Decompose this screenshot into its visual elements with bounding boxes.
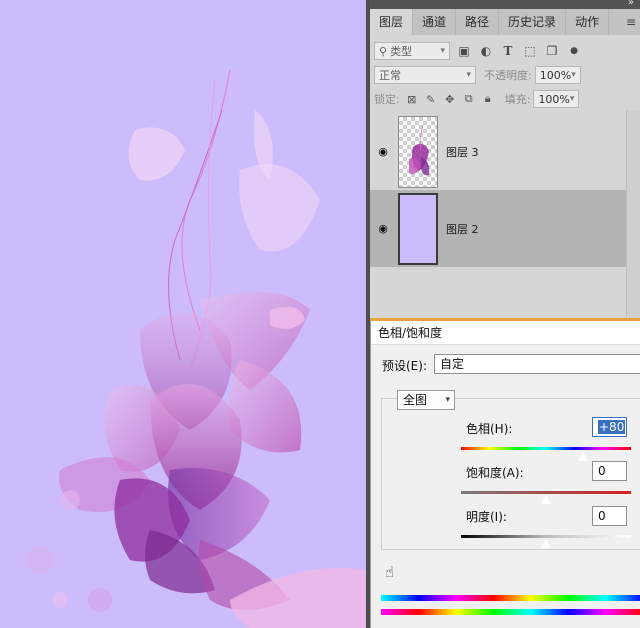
flower-artwork — [26, 69, 366, 628]
lock-all-icon[interactable]: 🔒︎ — [481, 92, 495, 106]
tab-layers[interactable]: 图层 — [370, 9, 414, 35]
saturation-value: 0 — [598, 464, 606, 478]
hue-saturation-dialog: 色相/饱和度 预设(E): 自定 全图 ▾ 色相(H): +80 饱和度(A):… — [370, 321, 640, 628]
eye-icon[interactable]: ◉ — [370, 222, 396, 235]
chevron-down-icon: ▾ — [569, 94, 575, 104]
hue-slider-thumb[interactable] — [577, 451, 590, 462]
panel-menu-icon[interactable]: ≡ — [626, 9, 636, 35]
preset-label: 预设(E): — [382, 359, 427, 373]
output-spectrum-bar — [381, 609, 640, 615]
search-icon: ⚲ — [379, 44, 388, 58]
layer-row-2[interactable]: ◉ 图层 2 — [370, 190, 626, 267]
filter-type-select[interactable]: ⚲ 类型 ▾ — [374, 42, 450, 60]
layer-name-2: 图层 2 — [446, 222, 479, 236]
layers-panel: » 图层 通道 路径 历史记录 动作 ≡ ⚲ 类型 ▾ ▣ ◐ T ⬚ ❐ ● … — [370, 0, 640, 318]
channel-select[interactable]: 全图 ▾ — [397, 390, 455, 410]
lightness-slider-track[interactable] — [461, 535, 631, 538]
panel-top-bar: » — [370, 0, 640, 9]
lightness-label: 明度(I): — [466, 510, 507, 524]
opacity-input[interactable]: 100% ▾ — [534, 66, 581, 84]
layer-name-3: 图层 3 — [446, 145, 479, 159]
layer-row-3[interactable]: ◉ 图层 3 — [370, 113, 626, 190]
saturation-slider-thumb[interactable] — [540, 494, 552, 505]
layer-filter-row: ⚲ 类型 ▾ ▣ ◐ T ⬚ ❐ ● — [370, 39, 640, 63]
chevron-down-icon: ▾ — [571, 70, 576, 80]
collapse-panels-icon[interactable]: » — [628, 0, 634, 8]
fill-label: 填充: — [504, 93, 531, 106]
smart-object-filter-icon[interactable]: ❐ — [544, 43, 560, 59]
filter-type-label: 类型 — [390, 45, 413, 58]
input-spectrum-bar — [381, 595, 640, 601]
tab-channels[interactable]: 通道 — [413, 9, 457, 35]
fill-input[interactable]: 100% ▾ — [533, 90, 580, 108]
blend-opacity-row: 正常 ▾ 不透明度: 100% ▾ — [370, 63, 640, 87]
saturation-slider-track[interactable] — [461, 491, 631, 494]
eye-icon[interactable]: ◉ — [370, 145, 396, 158]
lock-transparent-icon[interactable]: ⊠ — [405, 92, 419, 106]
lightness-slider-thumb[interactable] — [540, 538, 552, 549]
lock-position-icon[interactable]: ✥ — [443, 92, 457, 106]
layer-thumbnail-2 — [398, 192, 438, 265]
lock-image-icon[interactable]: ✎ — [424, 92, 438, 106]
fill-value: 100% — [538, 92, 570, 106]
lightness-value: 0 — [598, 509, 606, 523]
opacity-label: 不透明度: — [484, 69, 532, 82]
saturation-label: 饱和度(A): — [466, 466, 524, 480]
type-filter-icon[interactable]: T — [500, 43, 516, 59]
layers-scrollbar[interactable] — [626, 110, 640, 318]
hand-adjust-icon[interactable]: ☝︎ — [385, 563, 394, 581]
lightness-input[interactable]: 0 — [592, 506, 627, 526]
channel-value: 全图 — [403, 393, 428, 407]
tab-actions[interactable]: 动作 — [566, 9, 610, 35]
tab-history[interactable]: 历史记录 — [499, 9, 567, 35]
image-filter-icon[interactable]: ▣ — [456, 43, 472, 59]
chevron-down-icon: ▾ — [440, 46, 445, 56]
panel-tabs: 图层 通道 路径 历史记录 动作 ≡ — [370, 9, 640, 35]
shape-filter-icon[interactable]: ⬚ — [522, 43, 538, 59]
hue-value: +80 — [598, 420, 626, 434]
blend-mode-value: 正常 — [379, 69, 401, 82]
adjustment-filter-icon[interactable]: ◐ — [478, 43, 494, 59]
hue-input[interactable]: +80 — [592, 417, 627, 437]
document-canvas[interactable] — [0, 0, 366, 628]
filter-toggle-icon[interactable]: ● — [566, 43, 582, 59]
flower-thumbnail — [409, 124, 430, 175]
lock-fill-row: 锁定: ⊠ ✎ ✥ ⧉ 🔒︎ 填充: 100% ▾ — [370, 87, 640, 111]
blend-mode-select[interactable]: 正常 ▾ — [374, 66, 476, 84]
tab-paths[interactable]: 路径 — [456, 9, 500, 35]
chevron-down-icon: ▾ — [445, 395, 450, 405]
hue-label: 色相(H): — [466, 422, 513, 436]
preset-select[interactable]: 自定 — [434, 354, 640, 374]
lock-label: 锁定: — [374, 93, 400, 106]
preset-value: 自定 — [440, 357, 465, 371]
saturation-input[interactable]: 0 — [592, 461, 627, 481]
lock-artboard-icon[interactable]: ⧉ — [462, 92, 476, 106]
layer-thumbnail-3 — [398, 115, 438, 188]
dialog-title: 色相/饱和度 — [371, 321, 640, 345]
hue-slider-track[interactable] — [461, 447, 631, 450]
opacity-value: 100% — [539, 68, 572, 82]
chevron-down-icon: ▾ — [466, 70, 471, 80]
